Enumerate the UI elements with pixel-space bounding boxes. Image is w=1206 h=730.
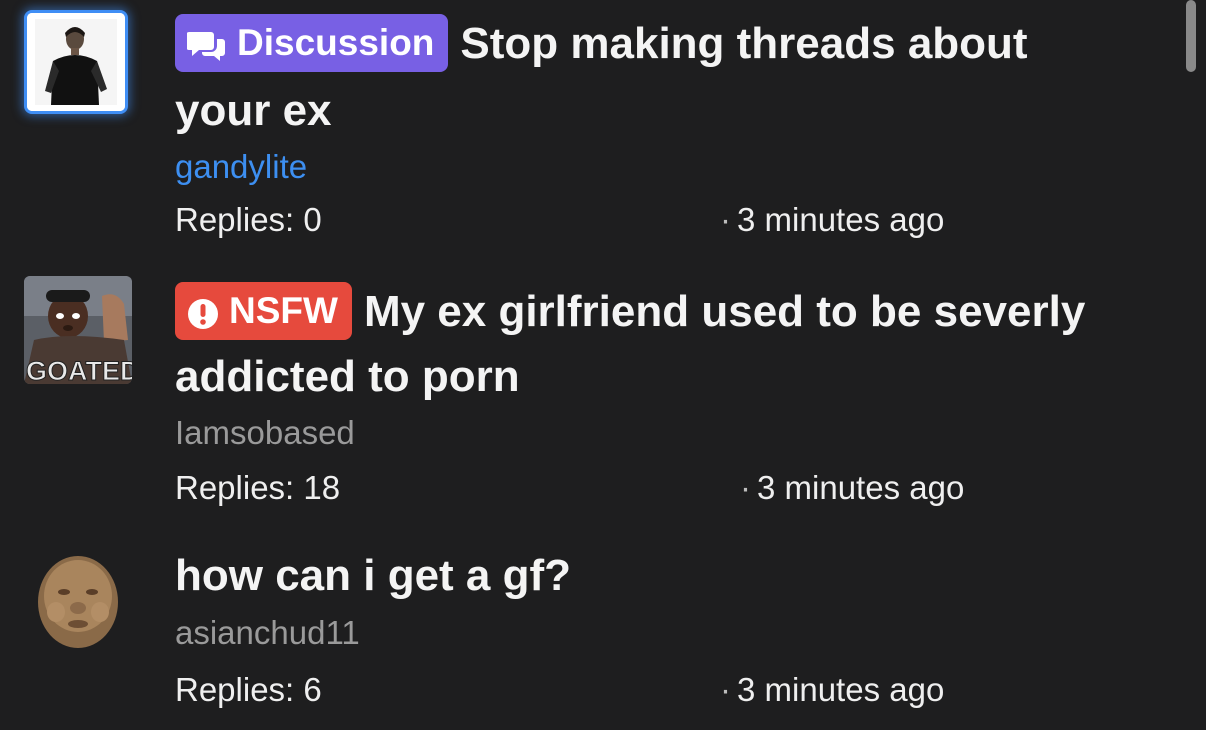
avatar-goated-image: GOATED (24, 276, 132, 384)
scrollbar[interactable] (1186, 0, 1196, 72)
thread-item[interactable]: how can i get a gf? asianchud11 Replies:… (0, 540, 1180, 730)
replies-count: Replies: 6 (175, 671, 322, 708)
avatar[interactable]: GOATED (24, 276, 132, 384)
timestamp: · 3 minutes ago (720, 200, 944, 240)
timestamp-text: 3 minutes ago (757, 469, 965, 506)
badge-label: Discussion (237, 22, 435, 63)
thread-title-continued[interactable]: your ex (175, 79, 332, 143)
badge-label: NSFW (229, 290, 338, 331)
thread-title-line: Stop making threads about (460, 19, 1028, 68)
avatar-chubby-face-image (38, 556, 118, 648)
author-name[interactable]: Iamsobased (175, 413, 355, 453)
thread-title-line: addicted to porn (175, 352, 520, 401)
separator-dot: · (740, 469, 751, 506)
replies-count: Replies: 0 (175, 201, 322, 238)
nsfw-badge[interactable]: NSFW (175, 282, 352, 340)
timestamp-text: 3 minutes ago (737, 671, 945, 708)
author-name[interactable]: gandylite (175, 147, 307, 187)
discussion-badge[interactable]: Discussion (175, 14, 449, 72)
chat-bubbles-icon (186, 32, 225, 61)
thread-item[interactable]: Discussion Stop making threads about your… (0, 0, 1180, 260)
thread-item[interactable]: GOATED NSFW My ex girlfriend used to be s… (0, 268, 1180, 518)
replies-count: Replies: 18 (175, 469, 341, 506)
thread-title-continued[interactable]: addicted to porn (175, 345, 520, 409)
avatar-man-image (27, 13, 125, 111)
timestamp-text: 3 minutes ago (737, 201, 945, 238)
thread-title-line: your ex (175, 86, 332, 135)
timestamp: · 3 minutes ago (720, 670, 944, 710)
exclamation-circle-icon (188, 299, 218, 329)
thread-title[interactable]: Discussion Stop making threads about (175, 12, 1028, 76)
author-name[interactable]: asianchud11 (175, 613, 360, 653)
avatar[interactable] (36, 550, 142, 656)
thread-title[interactable]: how can i get a gf? (175, 544, 571, 608)
avatar-caption: GOATED (26, 356, 132, 384)
separator-dot: · (720, 201, 731, 238)
avatar[interactable] (24, 10, 130, 116)
timestamp: · 3 minutes ago (740, 468, 964, 508)
thread-title[interactable]: NSFW My ex girlfriend used to be severly (175, 280, 1085, 344)
thread-title-line: how can i get a gf? (175, 551, 572, 600)
thread-title-line: My ex girlfriend used to be severly (363, 287, 1086, 336)
separator-dot: · (720, 671, 731, 708)
